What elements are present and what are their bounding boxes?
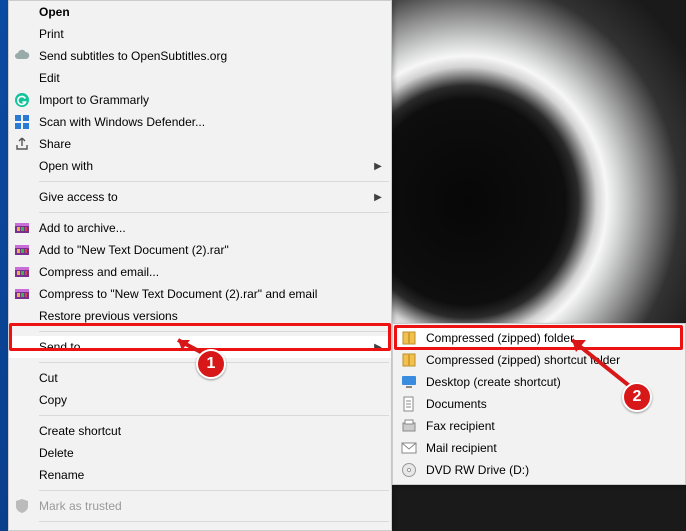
menu-item-create-shortcut[interactable]: Create shortcut <box>9 420 391 442</box>
sendto-item-compressed-zipped-folder[interactable]: Compressed (zipped) folder <box>396 327 682 349</box>
blank-icon <box>13 369 31 387</box>
menu-item-label: Fax recipient <box>426 419 674 433</box>
menu-item-label: Compressed (zipped) folder <box>426 331 674 345</box>
menu-item-restore-previous-versions[interactable]: Restore previous versions <box>9 305 391 327</box>
menu-item-properties[interactable]: Properties <box>9 526 391 531</box>
menu-item-mark-as-trusted: Mark as trusted <box>9 495 391 517</box>
menu-item-copy[interactable]: Copy <box>9 389 391 411</box>
menu-item-label: Open <box>39 5 383 19</box>
menu-item-label: Open with <box>39 159 373 173</box>
chevron-right-icon: ▶ <box>373 342 383 353</box>
menu-separator <box>39 212 389 213</box>
blank-icon <box>13 444 31 462</box>
blank-icon <box>13 307 31 325</box>
docs-icon <box>400 395 418 413</box>
winrar-icon <box>13 263 31 281</box>
sendto-item-dvd-rw-drive-d[interactable]: DVD RW Drive (D:) <box>396 459 682 481</box>
blank-icon <box>13 25 31 43</box>
defender-icon <box>13 113 31 131</box>
winrar-icon <box>13 241 31 259</box>
trust-icon <box>13 497 31 515</box>
menu-item-edit[interactable]: Edit <box>9 67 391 89</box>
zip-icon <box>400 351 418 369</box>
grammarly-icon <box>13 91 31 109</box>
menu-separator <box>39 181 389 182</box>
menu-item-compress-and-email[interactable]: Compress and email... <box>9 261 391 283</box>
menu-item-label: Delete <box>39 446 383 460</box>
share-icon <box>13 135 31 153</box>
menu-item-label: Print <box>39 27 383 41</box>
menu-item-import-to-grammarly[interactable]: Import to Grammarly <box>9 89 391 111</box>
menu-item-label: Mail recipient <box>426 441 674 455</box>
cloud-icon <box>13 47 31 65</box>
chevron-right-icon: ▶ <box>373 192 383 203</box>
menu-item-open-with[interactable]: Open with▶ <box>9 155 391 177</box>
zip-icon <box>400 329 418 347</box>
menu-item-label: Restore previous versions <box>39 309 383 323</box>
menu-item-label: Import to Grammarly <box>39 93 383 107</box>
menu-item-label: Scan with Windows Defender... <box>39 115 383 129</box>
menu-item-label: Create shortcut <box>39 424 383 438</box>
menu-separator <box>39 490 389 491</box>
menu-item-label: DVD RW Drive (D:) <box>426 463 674 477</box>
desktop-icon <box>400 373 418 391</box>
menu-item-compress-to-new-text-document-2-rar-and-[interactable]: Compress to "New Text Document (2).rar" … <box>9 283 391 305</box>
menu-item-rename[interactable]: Rename <box>9 464 391 486</box>
context-menu: Open Print Send subtitles to OpenSubtitles… <box>8 0 392 531</box>
blank-icon <box>13 338 31 356</box>
blank-icon <box>13 391 31 409</box>
winrar-icon <box>13 285 31 303</box>
disc-icon <box>400 461 418 479</box>
blank-icon <box>13 3 31 21</box>
blank-icon <box>13 466 31 484</box>
menu-item-delete[interactable]: Delete <box>9 442 391 464</box>
menu-item-label: Compressed (zipped) shortcut folder <box>426 353 674 367</box>
menu-item-send-subtitles-to-opensubtitles-org[interactable]: Send subtitles to OpenSubtitles.org <box>9 45 391 67</box>
sendto-item-compressed-zipped-shortcut-folder[interactable]: Compressed (zipped) shortcut folder <box>396 349 682 371</box>
menu-item-add-to-new-text-document-2-rar[interactable]: Add to "New Text Document (2).rar" <box>9 239 391 261</box>
blank-icon <box>13 422 31 440</box>
menu-item-open[interactable]: Open <box>9 1 391 23</box>
fax-icon <box>400 417 418 435</box>
menu-item-label: Compress and email... <box>39 265 383 279</box>
sendto-item-fax-recipient[interactable]: Fax recipient <box>396 415 682 437</box>
menu-item-give-access-to[interactable]: Give access to▶ <box>9 186 391 208</box>
menu-item-label: Copy <box>39 393 383 407</box>
winrar-icon <box>13 219 31 237</box>
sendto-item-mail-recipient[interactable]: Mail recipient <box>396 437 682 459</box>
blank-icon <box>13 157 31 175</box>
menu-item-label: Edit <box>39 71 383 85</box>
blank-icon <box>13 69 31 87</box>
blank-icon <box>13 188 31 206</box>
menu-separator <box>39 331 389 332</box>
annotation-badge-2: 2 <box>622 382 652 412</box>
menu-item-add-to-archive[interactable]: Add to archive... <box>9 217 391 239</box>
menu-item-label: Add to "New Text Document (2).rar" <box>39 243 383 257</box>
menu-item-label: Share <box>39 137 383 151</box>
menu-item-label: Give access to <box>39 190 373 204</box>
menu-separator <box>39 415 389 416</box>
menu-item-label: Mark as trusted <box>39 499 383 513</box>
menu-item-scan-with-windows-defender[interactable]: Scan with Windows Defender... <box>9 111 391 133</box>
menu-item-label: Compress to "New Text Document (2).rar" … <box>39 287 383 301</box>
mail-icon <box>400 439 418 457</box>
chevron-right-icon: ▶ <box>373 161 383 172</box>
menu-separator <box>39 521 389 522</box>
menu-item-label: Rename <box>39 468 383 482</box>
menu-item-label: Send subtitles to OpenSubtitles.org <box>39 49 383 63</box>
menu-item-label: Add to archive... <box>39 221 383 235</box>
annotation-badge-1: 1 <box>196 349 226 379</box>
menu-item-print[interactable]: Print <box>9 23 391 45</box>
menu-item-share[interactable]: Share <box>9 133 391 155</box>
